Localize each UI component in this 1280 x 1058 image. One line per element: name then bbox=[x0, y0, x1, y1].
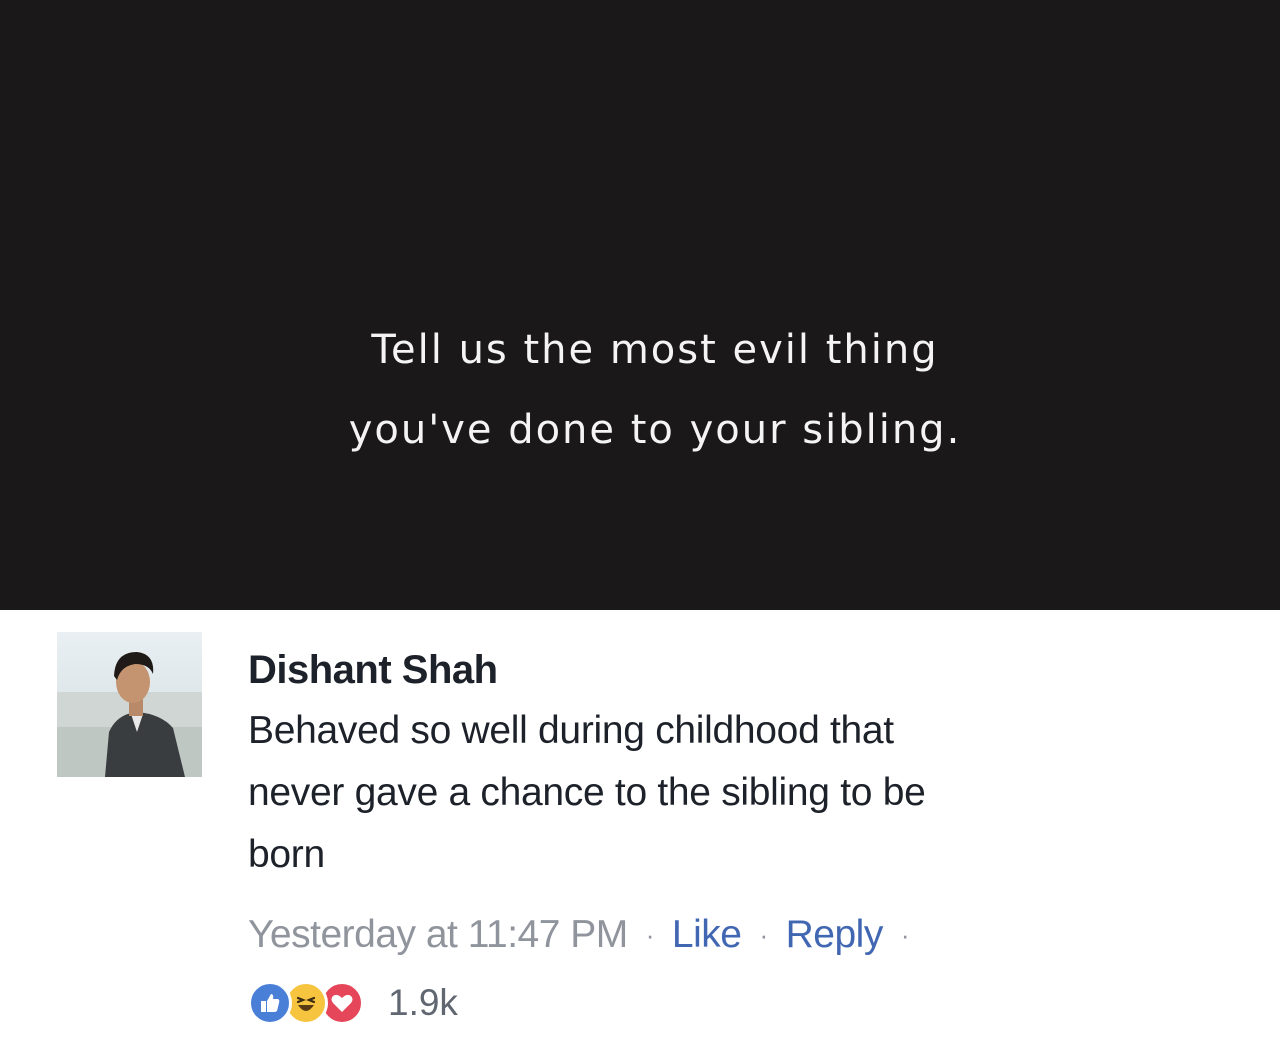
comment-body: Dishant Shah Behaved so well during chil… bbox=[248, 640, 1228, 886]
comment-meta: Yesterday at 11:47 PM · Like · Reply · bbox=[248, 905, 927, 965]
post-image: Tell us the most evil thing you've done … bbox=[0, 0, 1280, 610]
comment-author[interactable]: Dishant Shah bbox=[248, 640, 1228, 700]
meta-separator: · bbox=[645, 919, 655, 950]
reaction-count: 1.9k bbox=[388, 982, 458, 1023]
comment-text-line-1: Behaved so well during childhood that bbox=[248, 709, 894, 752]
post-caption-line-1: Tell us the most evil thing bbox=[371, 327, 939, 373]
comment-timestamp[interactable]: Yesterday at 11:47 PM bbox=[248, 913, 628, 957]
comment-text: Behaved so well during childhood that ne… bbox=[248, 700, 1208, 886]
meta-separator: · bbox=[759, 919, 768, 950]
post-caption: Tell us the most evil thing you've done … bbox=[319, 310, 962, 470]
like-icon bbox=[248, 981, 292, 1025]
comment-text-line-2: never gave a chance to the sibling to be bbox=[248, 771, 926, 814]
post-caption-line-2: you've done to your sibling. bbox=[348, 407, 962, 453]
reply-link[interactable]: Reply bbox=[786, 913, 884, 957]
reaction-icons bbox=[248, 981, 364, 1025]
comment-text-line-3: born bbox=[248, 833, 325, 876]
avatar-photo bbox=[57, 652, 202, 777]
like-link[interactable]: Like bbox=[672, 913, 742, 957]
meta-separator: · bbox=[900, 919, 910, 950]
avatar[interactable] bbox=[57, 632, 202, 777]
reactions-summary[interactable]: 1.9k bbox=[248, 973, 458, 1033]
